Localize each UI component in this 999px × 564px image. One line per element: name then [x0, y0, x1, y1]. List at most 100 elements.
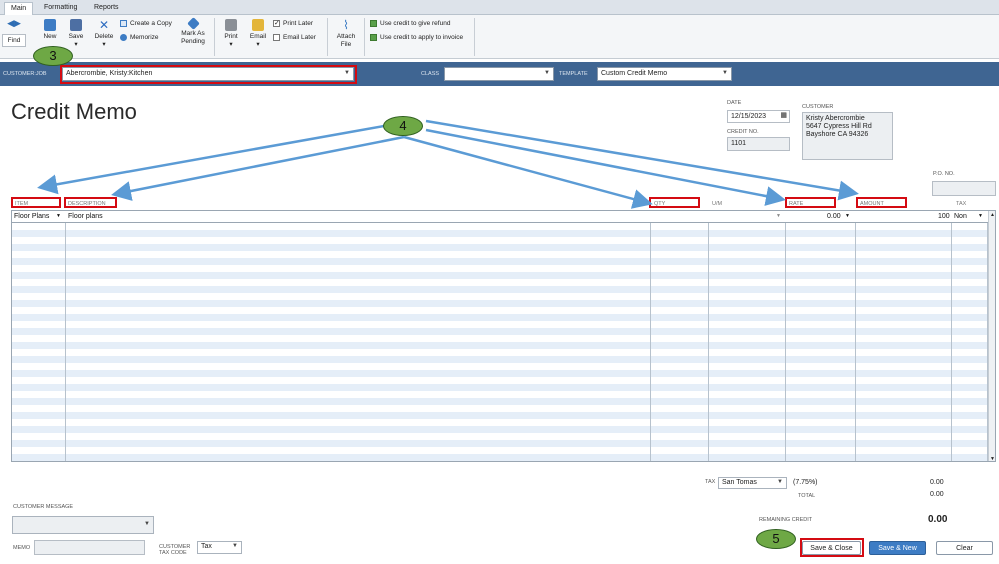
date-field[interactable]: 12/15/2023 ▦	[727, 110, 790, 123]
chevron-down-icon: ▼	[544, 70, 550, 76]
chevron-down-icon[interactable]: ▼	[56, 213, 61, 219]
empty-row-stripe	[12, 454, 995, 461]
tax-item-select[interactable]: San Tomas ▼	[718, 477, 787, 489]
chevron-down-icon[interactable]: ▼	[978, 213, 983, 219]
scroll-up-icon[interactable]: ▲	[990, 212, 995, 218]
empty-row-stripe	[12, 300, 995, 307]
row-amount-cell[interactable]: 100	[938, 213, 950, 220]
empty-row-stripe	[12, 230, 995, 237]
tax-amount: 0.00	[930, 479, 944, 486]
paperclip-icon: ⌇	[343, 18, 349, 32]
step-badge-4: 4	[383, 116, 423, 136]
arrow-to-amount	[425, 119, 859, 201]
empty-row-stripe	[12, 440, 995, 447]
scroll-down-icon[interactable]: ▼	[990, 456, 995, 461]
save-button[interactable]: Save ▾	[66, 19, 86, 49]
empty-row-stripe	[12, 370, 995, 377]
chevron-down-icon: ▼	[232, 543, 238, 549]
total-amount: 0.00	[930, 491, 944, 498]
column-divider	[855, 211, 856, 461]
empty-row-stripe	[12, 272, 995, 279]
row-tax-cell[interactable]: Non	[954, 213, 967, 220]
empty-row-stripe	[12, 398, 995, 405]
memorize-button[interactable]: Memorize	[120, 34, 159, 41]
empty-checkbox-icon	[273, 34, 280, 41]
checkmark-icon: ✓	[273, 20, 280, 27]
empty-row-stripe	[12, 384, 995, 391]
print-button[interactable]: Print ▾	[222, 19, 240, 49]
highlight-amount	[856, 197, 907, 208]
chevron-down-icon: ▾	[256, 41, 260, 48]
credit-no-field[interactable]: 1101	[727, 137, 790, 151]
date-label: DATE	[727, 100, 742, 106]
nav-arrows[interactable]: ◀▶	[4, 19, 24, 29]
column-header-um: U/M	[712, 201, 723, 207]
refund-icon	[370, 20, 377, 27]
row-rate-cell[interactable]: 0.00	[827, 213, 841, 220]
class-select[interactable]: ▼	[444, 67, 554, 81]
highlight-rate	[785, 197, 836, 208]
po-no-label: P.O. NO.	[933, 171, 955, 177]
page-title: Credit Memo	[11, 99, 137, 124]
empty-row-stripe	[12, 244, 995, 251]
find-button[interactable]: Find	[2, 34, 26, 47]
mark-as-pending-button[interactable]: Mark As Pending	[178, 17, 208, 46]
prev-arrow-icon[interactable]: ◀	[7, 18, 14, 28]
save-new-button[interactable]: Save & New	[869, 541, 926, 555]
use-credit-refund-button[interactable]: Use credit to give refund	[370, 20, 450, 27]
total-label: TOTAL	[798, 493, 816, 499]
tax-code-select[interactable]: Tax ▼	[197, 541, 242, 554]
highlight-item	[11, 197, 61, 208]
chevron-down-icon: ▾	[229, 41, 233, 48]
printer-icon	[225, 19, 237, 31]
highlight-description	[64, 197, 117, 208]
empty-row-stripe	[12, 328, 995, 335]
column-divider	[951, 211, 952, 461]
table-scrollbar[interactable]: ▲ ▼	[988, 211, 995, 461]
chevron-down-icon: ▼	[722, 70, 728, 76]
table-row[interactable]: Floor Plans ▼ Floor plans ▼ 0.00 ▼ 100 N…	[12, 211, 995, 223]
copy-icon	[120, 20, 127, 27]
template-select[interactable]: Custom Credit Memo ▼	[597, 67, 732, 81]
customer-message-label: CUSTOMER MESSAGE	[13, 504, 74, 510]
empty-row-stripe	[12, 314, 995, 321]
apply-invoice-icon	[370, 34, 377, 41]
next-arrow-icon[interactable]: ▶	[14, 18, 21, 28]
customer-address-box[interactable]: Kristy Abercrombie 5647 Cypress Hill Rd …	[802, 112, 893, 160]
print-later-checkbox[interactable]: ✓ Print Later	[273, 20, 313, 27]
memo-field[interactable]	[34, 540, 145, 555]
attach-file-button[interactable]: ⌇ Attach File	[334, 19, 358, 49]
ribbon-tabs: Main Formatting Reports	[0, 0, 999, 15]
customer-job-label: CUSTOMER:JOB	[3, 71, 47, 77]
use-credit-invoice-button[interactable]: Use credit to apply to invoice	[370, 34, 463, 41]
new-button[interactable]: New	[40, 19, 60, 41]
highlight-customer-job	[60, 65, 357, 84]
clear-button[interactable]: Clear	[936, 541, 993, 555]
empty-row-stripe	[12, 342, 995, 349]
delete-button[interactable]: ✕ Delete ▾	[92, 19, 116, 49]
empty-row-stripe	[12, 426, 995, 433]
column-divider	[65, 211, 66, 461]
customer-message-select[interactable]: ▼	[12, 516, 154, 534]
empty-row-stripe	[12, 412, 995, 419]
create-copy-button[interactable]: Create a Copy	[120, 20, 172, 27]
row-item-cell[interactable]: Floor Plans	[14, 213, 49, 220]
email-button[interactable]: Email ▾	[247, 19, 269, 49]
ribbon-divider	[214, 18, 215, 56]
line-items-table[interactable]: Floor Plans ▼ Floor plans ▼ 0.00 ▼ 100 N…	[11, 210, 996, 462]
arrow-to-qty	[403, 135, 653, 209]
email-later-checkbox[interactable]: Email Later	[273, 34, 316, 41]
chevron-down-icon[interactable]: ▼	[845, 213, 850, 219]
tab-reports[interactable]: Reports	[88, 2, 125, 15]
row-description-cell[interactable]: Floor plans	[68, 213, 103, 220]
column-header-tax: TAX	[956, 201, 967, 207]
calendar-icon[interactable]: ▦	[780, 112, 787, 120]
memo-label: MEMO	[13, 545, 31, 551]
po-no-field[interactable]	[932, 181, 996, 196]
chevron-down-icon[interactable]: ▼	[776, 213, 781, 219]
tab-formatting[interactable]: Formatting	[38, 2, 83, 15]
memorize-icon	[120, 34, 127, 41]
tab-main[interactable]: Main	[4, 2, 34, 15]
remaining-credit-amount: 0.00	[928, 514, 948, 525]
step-badge-5: 5	[756, 529, 796, 549]
